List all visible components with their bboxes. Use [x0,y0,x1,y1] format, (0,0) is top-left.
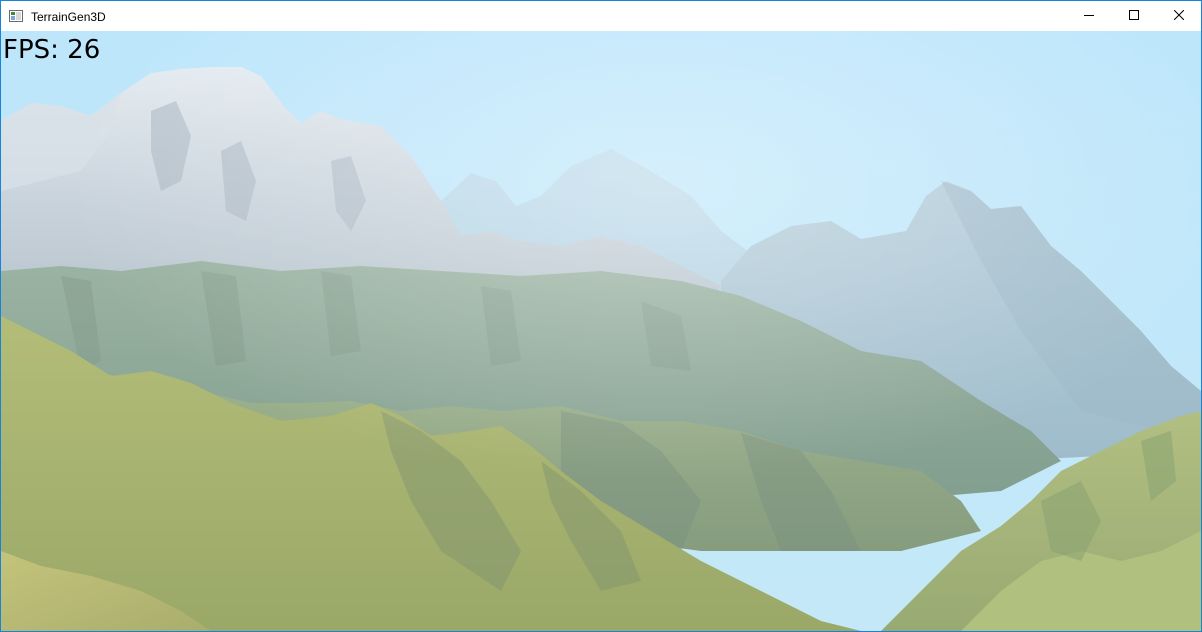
app-icon [9,9,23,22]
maximize-button[interactable] [1111,1,1156,31]
window-title: TerrainGen3D [31,10,106,24]
fps-counter: FPS: 26 [3,35,101,65]
terrain-scene [1,31,1201,631]
render-viewport[interactable]: FPS: 26 [1,31,1201,631]
minimize-icon [1083,7,1094,25]
close-button[interactable] [1156,1,1201,31]
app-window: TerrainGen3D FPS: 26 [0,0,1202,632]
close-icon [1173,7,1184,25]
title-bar[interactable]: TerrainGen3D [1,1,1201,31]
atmospheric-haze [1,31,1201,631]
minimize-button[interactable] [1066,1,1111,31]
maximize-icon [1128,7,1139,25]
